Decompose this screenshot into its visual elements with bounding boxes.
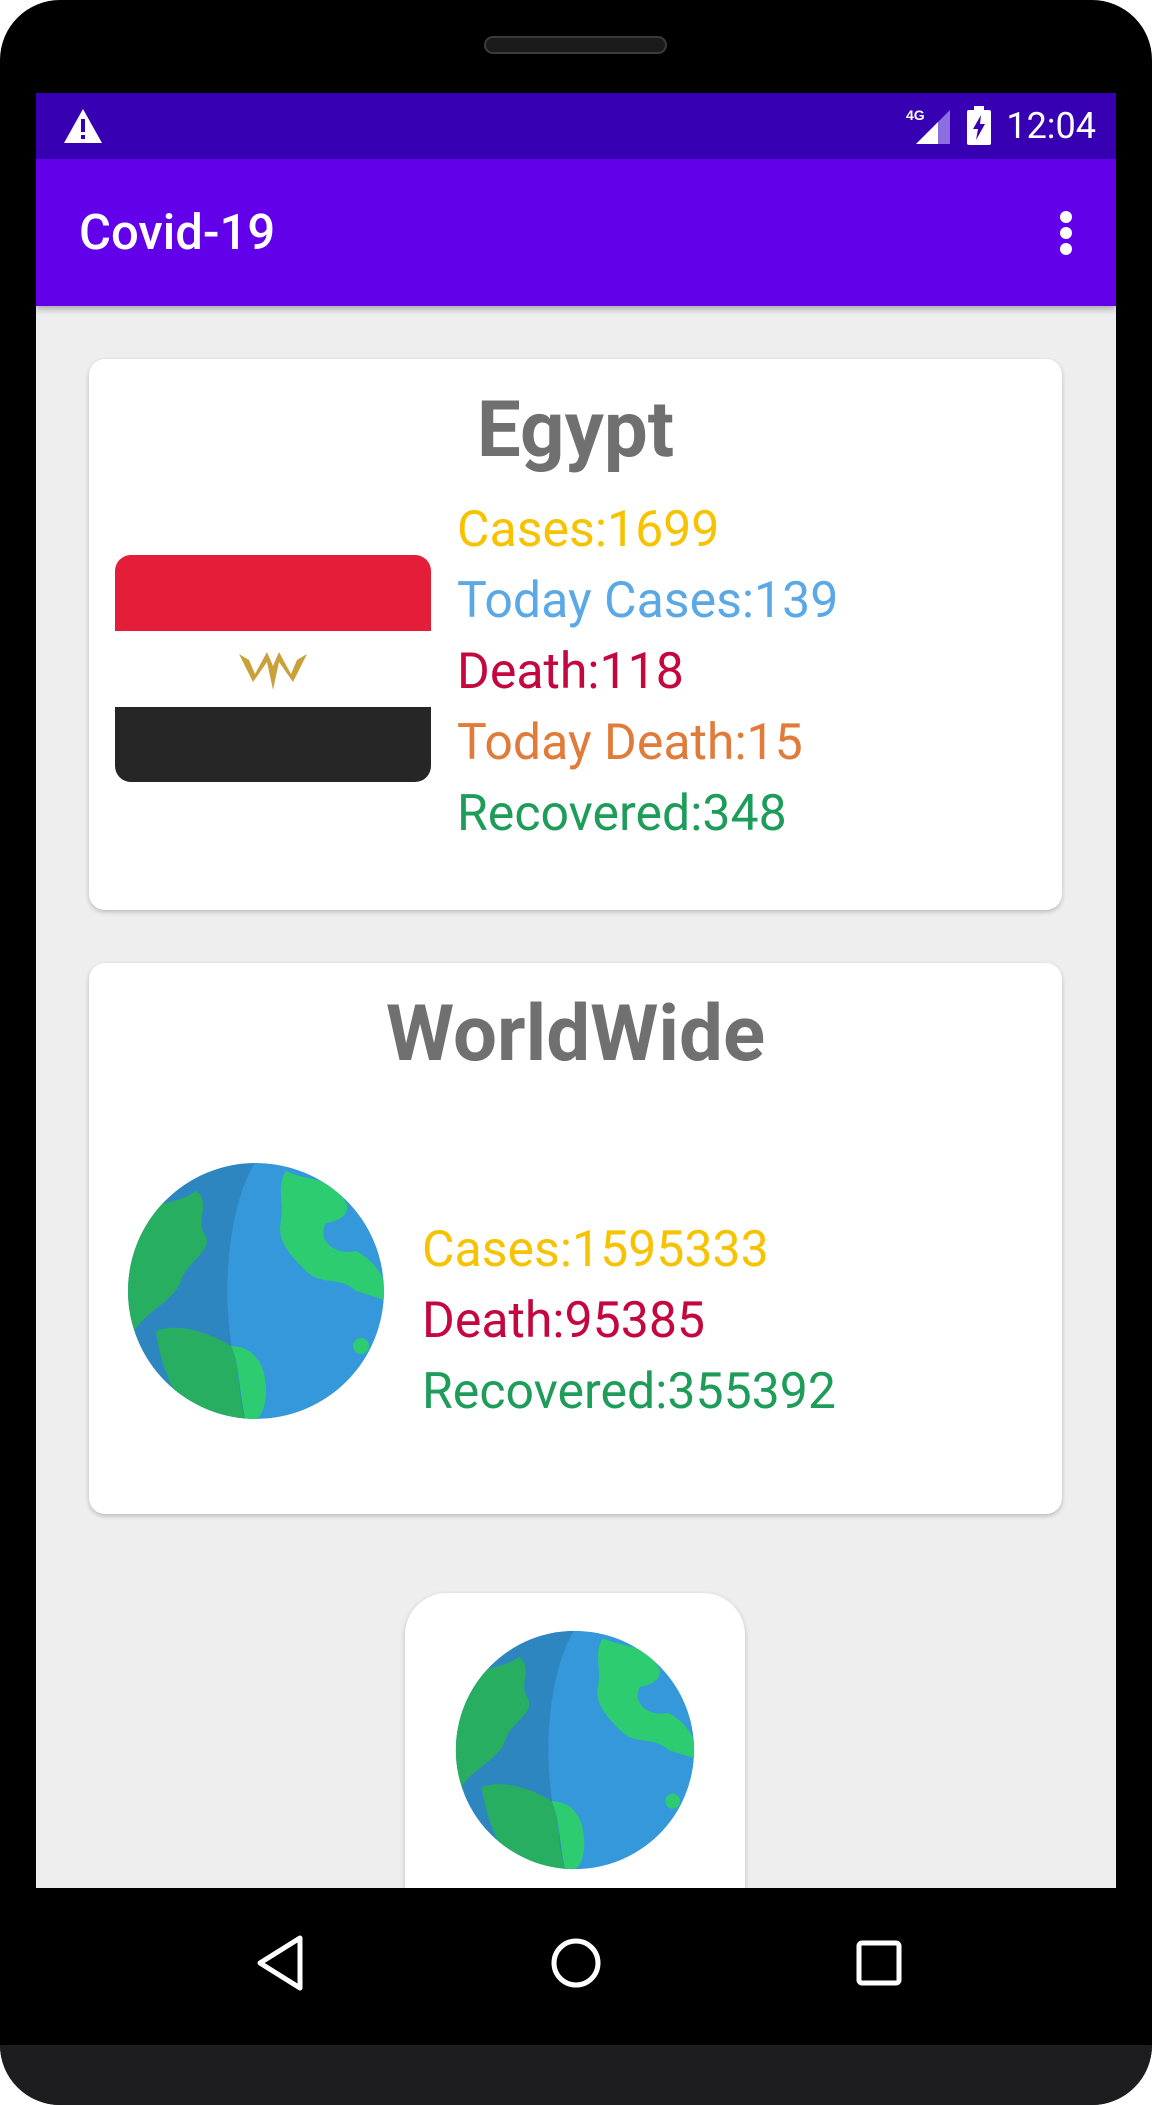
network-type-label: 4G [906,107,925,123]
app-title: Covid-19 [79,204,276,261]
device-frame: 4G 12:04 Covid-19 Egypt Cases:1699 Today… [0,0,1152,2105]
overflow-menu-icon[interactable] [1060,211,1074,255]
world-death: Death:95385 [422,1292,706,1350]
world-recovered: Recovered:355392 [422,1363,836,1421]
country-card[interactable]: Egypt Cases:1699 Today Cases:139 Death:1… [89,359,1062,910]
country-cases: Cases:1699 [457,501,720,559]
status-bar: 4G 12:04 [36,93,1116,159]
app-bar: Covid-19 [36,159,1116,306]
speaker-grille [484,36,667,54]
country-recovered: Recovered:348 [457,785,787,843]
world-button[interactable] [405,1593,745,1888]
status-time: 12:04 [1006,105,1096,147]
country-today-cases: Today Cases:139 [457,572,839,630]
country-title: Egypt [476,385,675,476]
warning-icon [64,109,102,143]
country-today-death: Today Death:15 [457,714,803,772]
screen: 4G 12:04 Covid-19 Egypt Cases:1699 Today… [36,93,1116,1888]
world-card[interactable]: WorldWide Cases:1595333 Death:95385 Reco… [89,963,1062,1514]
globe-icon [128,1163,384,1419]
device-chin [0,2045,1152,2105]
globe-icon [455,1630,695,1870]
eagle-emblem [239,652,307,690]
country-death: Death:118 [457,643,684,701]
status-icons: 4G 12:04 [904,101,1096,151]
recents-icon[interactable] [844,1928,914,1998]
egypt-flag [115,555,431,782]
signal-icon: 4G [906,107,951,144]
navigation-bar [36,1888,1116,2045]
home-icon[interactable] [541,1928,611,1998]
world-cases: Cases:1595333 [422,1221,769,1279]
battery-charging-icon [967,106,992,145]
world-title: WorldWide [385,989,766,1080]
back-icon[interactable] [246,1928,316,1998]
